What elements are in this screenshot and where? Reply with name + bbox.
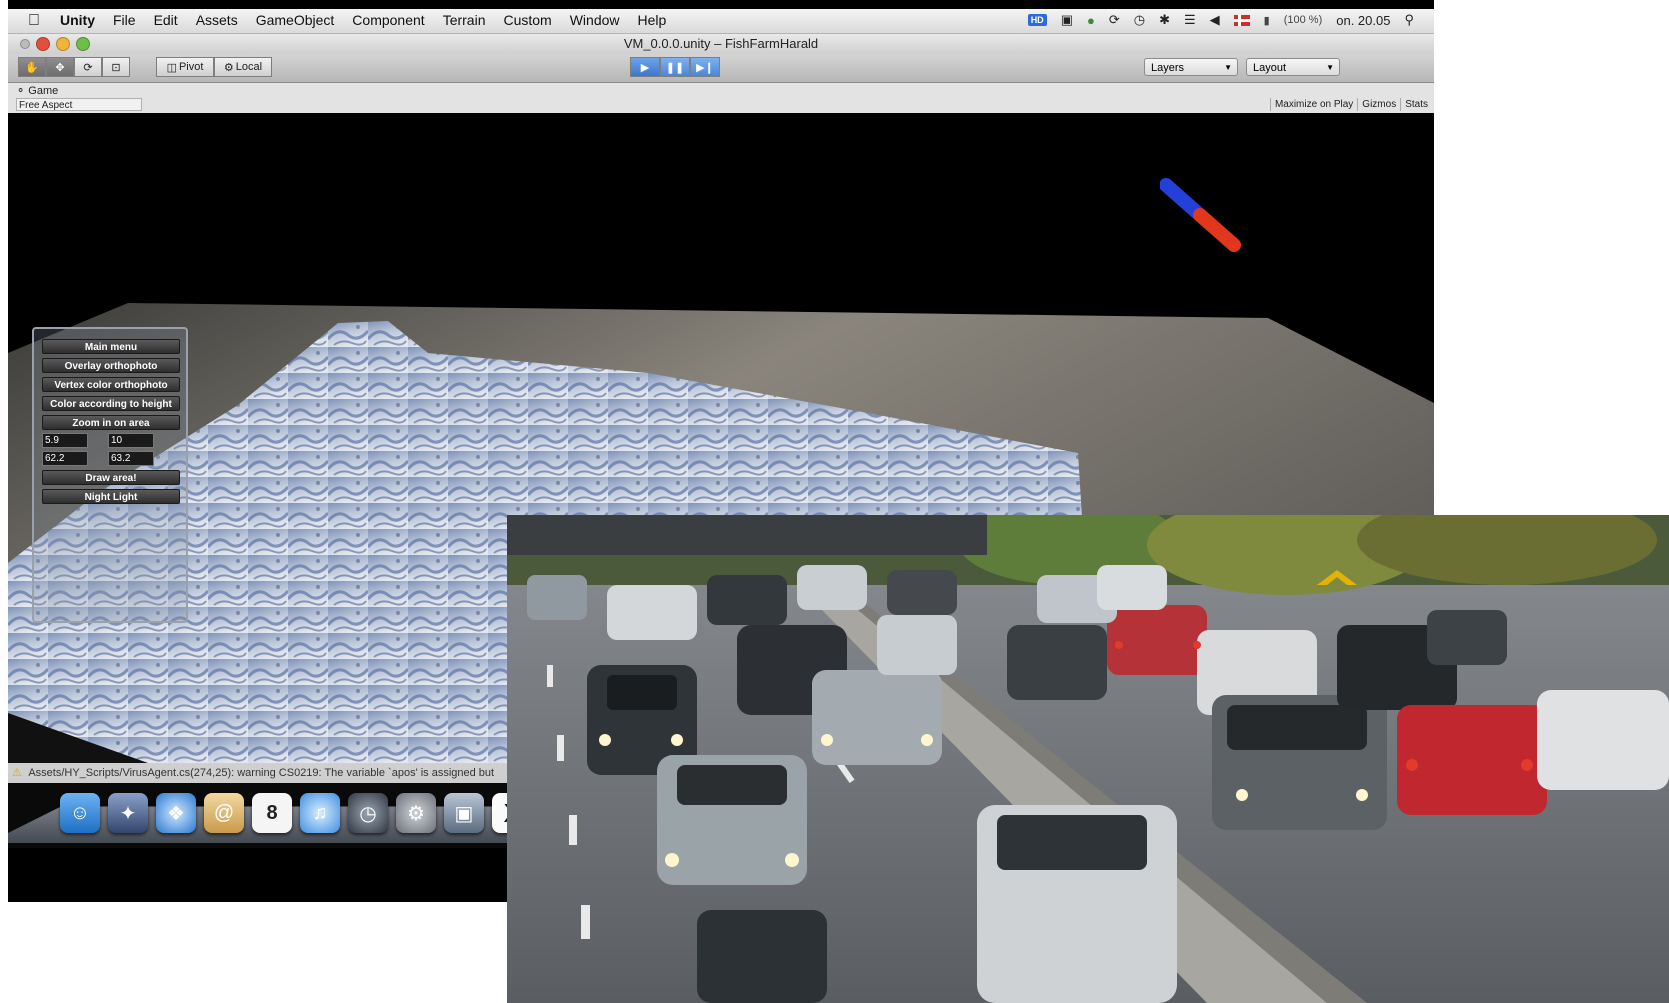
chevron-down-icon: ▼ (1326, 63, 1334, 72)
layout-dropdown[interactable]: Layout ▼ (1246, 58, 1340, 76)
pivot-controls: ◫ Pivot ⚙ Local (156, 57, 272, 77)
move-tool-icon[interactable]: ✥ (46, 57, 74, 77)
local-icon: ⚙ (223, 61, 234, 74)
rotate-tool-icon[interactable]: ⟳ (74, 57, 102, 77)
coord-field-1[interactable]: 5.9 (42, 433, 88, 448)
zoom-area-button[interactable]: Zoom in on area (42, 415, 180, 430)
launchpad-icon[interactable]: ✦ (108, 793, 148, 833)
step-button-icon[interactable]: ▶❙ (690, 57, 720, 77)
itunes-icon[interactable]: ♫ (300, 793, 340, 833)
pause-button-icon[interactable]: ❚❚ (660, 57, 690, 77)
menu-list: Unity File Edit Assets GameObject Compon… (60, 12, 666, 28)
game-tab-label: Game (28, 85, 59, 97)
maximize-on-play-toggle[interactable]: Maximize on Play (1269, 98, 1357, 111)
toolbar-toggle-icon[interactable] (20, 39, 30, 49)
tab-game[interactable]: ⚬ Game (16, 84, 58, 97)
minimize-window-icon[interactable] (56, 37, 70, 51)
scale-tool-icon[interactable]: ⊡ (102, 57, 130, 77)
gizmos-toggle[interactable]: Gizmos (1357, 98, 1400, 111)
input-flag-icon[interactable] (1233, 14, 1250, 26)
hand-tool-icon[interactable]: ✋ (18, 57, 46, 77)
highway-traffic-image (507, 515, 1669, 1003)
time-machine-dock-icon[interactable]: ◷ (348, 793, 388, 833)
pivot-icon: ◫ (166, 61, 177, 74)
volume-icon[interactable]: ◀ (1210, 12, 1220, 28)
camera-icon[interactable]: ▣ (1061, 12, 1073, 28)
layout-label: Layout (1253, 62, 1287, 74)
preview-icon[interactable]: ▣ (444, 793, 484, 833)
calendar-icon[interactable]: 8 (252, 793, 292, 833)
stats-toggle[interactable]: Stats (1400, 98, 1432, 111)
unity-toolbar: ✋ ✥ ⟳ ⊡ ◫ Pivot ⚙ Local ▶ ❚❚ ▶❙ Layers ▼… (8, 54, 1434, 83)
aspect-label: Free Aspect (19, 100, 73, 111)
main-menu-button[interactable]: Main menu (42, 339, 180, 354)
spotlight-search-icon[interactable]: ⚲ (1404, 12, 1414, 28)
game-view-header: ⚬ Game Free Aspect Maximize on Play Gizm… (8, 83, 1434, 114)
menu-gameobject[interactable]: GameObject (256, 12, 335, 28)
system-preferences-icon[interactable]: ⚙ (396, 793, 436, 833)
transform-tools: ✋ ✥ ⟳ ⊡ (18, 57, 130, 77)
menu-window[interactable]: Window (570, 12, 620, 28)
status-message: Assets/HY_Scripts/VirusAgent.cs(274,25):… (28, 767, 495, 779)
close-window-icon[interactable] (36, 37, 50, 51)
window-controls (20, 37, 90, 51)
apple-menu-icon[interactable]:  (28, 12, 40, 30)
window-title: VM_0.0.0.unity – FishFarmHarald (623, 36, 819, 51)
night-light-button[interactable]: Night Light (42, 489, 180, 504)
mac-menubar:  Unity File Edit Assets GameObject Comp… (8, 9, 1434, 34)
menu-file[interactable]: File (113, 12, 136, 28)
battery-icon[interactable]: ▮ (1264, 14, 1270, 27)
layers-dropdown[interactable]: Layers ▼ (1144, 58, 1238, 76)
vertex-color-orthophoto-button[interactable]: Vertex color orthophoto (42, 377, 180, 392)
dock-icons: ☺ ✦ ❖ @ 8 ♫ ◷ ⚙ ▣ X ■ (60, 793, 580, 833)
color-by-height-button[interactable]: Color according to height (42, 396, 180, 411)
address-book-icon[interactable]: @ (204, 793, 244, 833)
gui-control-panel: Main menu Overlay orthophoto Vertex colo… (32, 327, 188, 623)
game-tab-icon: ⚬ (16, 85, 26, 97)
wifi-icon[interactable]: ☰ (1184, 12, 1196, 28)
window-titlebar: VM_0.0.0.unity – FishFarmHarald (8, 34, 1434, 54)
coord-field-4[interactable]: 63.2 (108, 451, 154, 466)
menu-unity[interactable]: Unity (60, 12, 95, 28)
bluetooth-icon[interactable]: ✱ (1159, 12, 1170, 28)
menu-component[interactable]: Component (352, 12, 424, 28)
traffic-photo (507, 515, 1669, 1003)
local-button[interactable]: ⚙ Local (214, 57, 272, 77)
play-button-icon[interactable]: ▶ (630, 57, 660, 77)
menu-terrain[interactable]: Terrain (443, 12, 486, 28)
menu-help[interactable]: Help (638, 12, 667, 28)
time-machine-icon[interactable]: ◷ (1134, 12, 1145, 28)
sync-icon[interactable]: ⟳ (1109, 12, 1120, 28)
status-tray: HD ▣ ● ⟳ ◷ ✱ ☰ ◀ ▮ (100 %) on. 20.05 ⚲ (1027, 12, 1414, 28)
game-view-options: Maximize on Play Gizmos Stats (1269, 98, 1432, 111)
draw-area-button[interactable]: Draw area! (42, 470, 180, 485)
hd-icon[interactable]: HD (1027, 14, 1047, 26)
safari-icon[interactable]: ❖ (156, 793, 196, 833)
aspect-dropdown[interactable]: Free Aspect (16, 98, 142, 111)
finder-icon[interactable]: ☺ (60, 793, 100, 833)
menubar-clock[interactable]: on. 20.05 (1336, 13, 1390, 28)
overlay-orthophoto-button[interactable]: Overlay orthophoto (42, 358, 180, 373)
pivot-label: Pivot (178, 61, 204, 73)
menu-custom[interactable]: Custom (503, 12, 551, 28)
menu-assets[interactable]: Assets (196, 12, 238, 28)
zoom-window-icon[interactable] (76, 37, 90, 51)
coord-field-2[interactable]: 10 (108, 433, 154, 448)
compass-gizmo-icon (1160, 178, 1241, 252)
coord-field-3[interactable]: 62.2 (42, 451, 88, 466)
pivot-button[interactable]: ◫ Pivot (156, 57, 214, 77)
chevron-down-icon: ▼ (1224, 63, 1232, 72)
warning-icon: ⚠ (12, 767, 22, 779)
local-label: Local (235, 61, 263, 73)
calendar-day: 8 (266, 801, 278, 824)
playback-controls: ▶ ❚❚ ▶❙ (630, 57, 720, 77)
layers-label: Layers (1151, 62, 1185, 74)
menu-edit[interactable]: Edit (154, 12, 178, 28)
status-dot-icon[interactable]: ● (1087, 13, 1095, 28)
battery-level: (100 %) (1283, 14, 1323, 26)
